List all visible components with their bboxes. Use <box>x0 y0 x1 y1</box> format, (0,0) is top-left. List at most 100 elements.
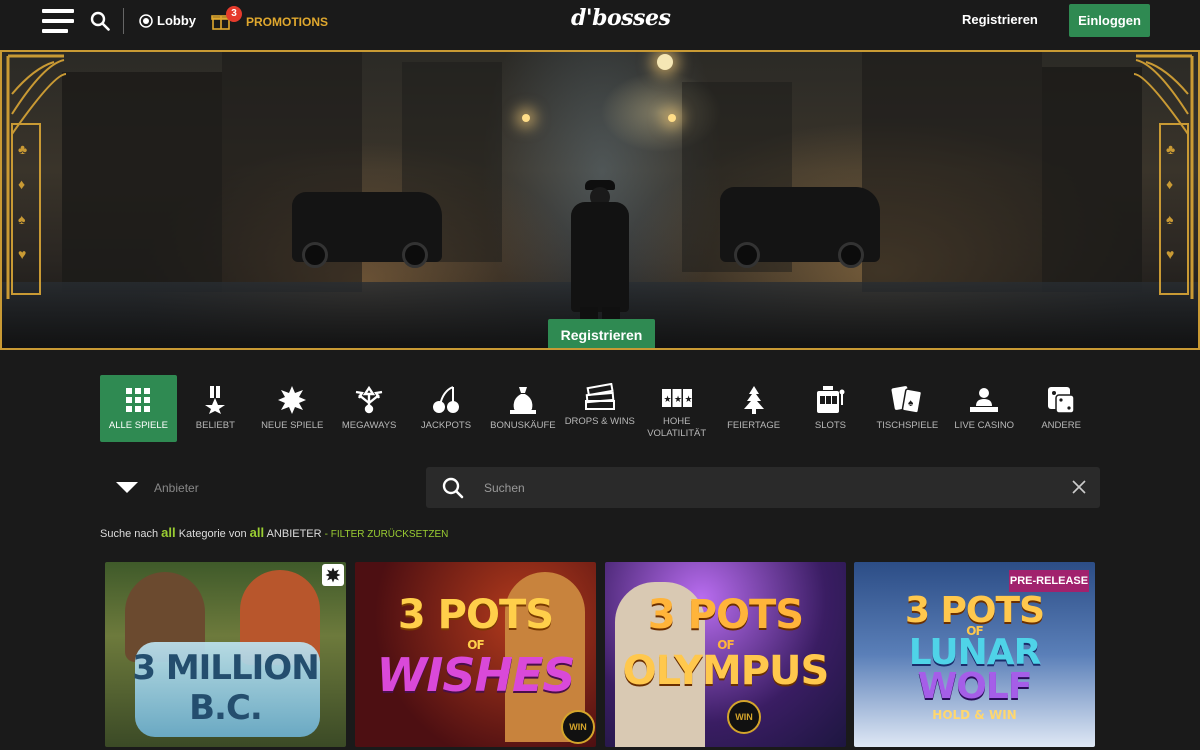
clock <box>657 54 673 70</box>
grid-icon <box>126 380 151 420</box>
category-andere[interactable]: ANDERE <box>1023 375 1100 442</box>
game-search-bar <box>426 467 1100 508</box>
category-label: FEIERTAGE <box>727 420 781 431</box>
new-game-badge <box>322 564 344 586</box>
category-tischspiele[interactable]: ♠ TISCHSPIELE <box>869 375 946 442</box>
lobby-link[interactable]: Lobby <box>139 13 196 28</box>
header-divider <box>123 8 124 34</box>
svg-text:♥: ♥ <box>1166 246 1174 262</box>
summary-middle: Kategorie von <box>178 528 247 540</box>
search-input[interactable] <box>484 478 1044 498</box>
category-live-casino[interactable]: LIVE CASINO <box>946 375 1023 442</box>
game-tile-3-million-bc[interactable]: 3 MILLION B.C. <box>105 562 346 747</box>
category-label: LIVE CASINO <box>954 420 1015 431</box>
gift-icon: 3 <box>211 6 242 31</box>
game-title-line1: 3 POTS <box>397 592 554 638</box>
game-title-line1: 3 MILLION <box>132 648 319 688</box>
category-jackpots[interactable]: JACKPOTS <box>408 375 485 442</box>
svg-text:★: ★ <box>663 394 671 404</box>
art-deco-ornament-right: ♣ ♦ ♠ ♥ <box>1133 54 1194 299</box>
game-title-line3: OLYMPUS <box>622 648 830 694</box>
svg-text:♠: ♠ <box>908 398 914 409</box>
category-bonuskaeufe[interactable]: BONUSKÄUFE <box>484 375 561 442</box>
money-bag-icon <box>509 380 536 420</box>
login-button[interactable]: Einloggen <box>1069 4 1150 37</box>
street-lamp <box>668 114 676 122</box>
category-neue-spiele[interactable]: NEUE SPIELE <box>254 375 331 442</box>
pre-release-badge: PRE-RELEASE <box>1009 570 1089 592</box>
search-summary: Suche nach all Kategorie von all ANBIETE… <box>100 525 448 540</box>
category-alle-spiele[interactable]: ALLE SPIELE <box>100 375 177 442</box>
category-drops-wins[interactable]: DROPS & WINS <box>561 375 638 442</box>
caret-down-icon <box>116 482 138 493</box>
svg-text:♥: ♥ <box>18 246 26 262</box>
promo-count-badge: 3 <box>226 6 242 22</box>
category-label: BELIEBT <box>195 420 235 431</box>
category-label: JACKPOTS <box>420 420 472 431</box>
lobby-label: Lobby <box>157 13 196 28</box>
summary-provider-value: all <box>249 525 265 540</box>
category-label: ALLE SPIELE <box>108 420 169 431</box>
summary-prefix: Suche nach <box>100 528 159 540</box>
top-bar: Lobby 3 PROMOTIONS d'bosses Registrieren… <box>0 0 1200 42</box>
site-logo[interactable]: d'bosses <box>571 5 671 31</box>
menu-icon[interactable] <box>42 9 74 33</box>
register-button[interactable]: Registrieren <box>962 12 1038 27</box>
svg-text:♣: ♣ <box>18 141 27 157</box>
search-icon[interactable] <box>90 11 110 36</box>
provider-dropdown[interactable]: Anbieter <box>100 467 410 507</box>
game-title-line4: WOLF <box>917 666 1033 707</box>
summary-suffix: ANBIETER <box>266 528 322 540</box>
win-badge: WIN <box>727 700 761 734</box>
building-right-2 <box>1042 67 1142 292</box>
category-label: MEGAWAYS <box>341 420 397 431</box>
building-right <box>862 52 1042 292</box>
svg-text:★: ★ <box>674 394 682 404</box>
svg-text:♠: ♠ <box>18 211 26 227</box>
category-feiertage[interactable]: FEIERTAGE <box>715 375 792 442</box>
category-bar: ALLE SPIELE BELIEBT NEUE SPIELE MEGAWAYS… <box>100 375 1100 442</box>
category-label: DROPS & WINS <box>564 416 635 427</box>
cherries-icon <box>431 380 461 420</box>
hero-banner[interactable]: ♣ ♦ ♠ ♥ ♣ ♦ ♠ ♥ Registrieren <box>0 50 1200 350</box>
clear-search-icon[interactable] <box>1072 480 1086 499</box>
provider-placeholder: Anbieter <box>154 481 199 495</box>
game-tile-3-pots-of-lunar-wolf[interactable]: PRE-RELEASE 3 POTS OF LUNAR WOLF HOLD & … <box>854 562 1095 747</box>
medal-icon <box>205 380 226 420</box>
reset-filter-link[interactable]: - FILTER ZURÜCKSETZEN <box>325 529 449 540</box>
category-slots[interactable]: SLOTS <box>792 375 869 442</box>
banner-register-button[interactable]: Registrieren <box>548 319 655 348</box>
search-icon <box>442 477 464 504</box>
vintage-car-left <box>292 192 442 268</box>
promotions-link[interactable]: 3 PROMOTIONS <box>211 6 329 31</box>
promotions-label: PROMOTIONS <box>246 15 329 29</box>
dice-icon <box>1046 380 1076 420</box>
game-title-line1: 3 POTS <box>647 592 804 638</box>
game-tile-3-pots-of-olympus[interactable]: 3 POTS OF OLYMPUS WIN <box>605 562 846 747</box>
stars-icon: ★ ★ ★ <box>661 380 692 416</box>
man-in-coat <box>571 202 629 312</box>
category-label: TISCHSPIELE <box>876 420 939 431</box>
category-megaways[interactable]: MEGAWAYS <box>331 375 408 442</box>
arrows-icon <box>354 380 384 420</box>
category-label: SLOTS <box>814 420 847 431</box>
svg-text:♣: ♣ <box>1166 141 1175 157</box>
game-title-line2: B.C. <box>189 688 263 728</box>
summary-category-value: all <box>161 525 176 540</box>
category-beliebt[interactable]: BELIEBT <box>177 375 254 442</box>
svg-text:★: ★ <box>684 394 692 404</box>
vintage-car-right <box>720 187 880 268</box>
cards-icon: ♠ <box>891 380 923 420</box>
lobby-icon <box>139 13 153 28</box>
slot-machine-icon <box>815 380 845 420</box>
game-tile-3-pots-of-wishes[interactable]: 3 POTS OF WISHES WIN <box>355 562 596 747</box>
art-deco-ornament-left: ♣ ♦ ♠ ♥ <box>6 54 67 299</box>
svg-text:♠: ♠ <box>1166 211 1174 227</box>
game-title-line5: HOLD & WIN <box>932 708 1017 722</box>
category-hohe-volatilitaet[interactable]: ★ ★ ★ HOHE VOLATILITÄT <box>638 375 715 442</box>
stack-icon <box>584 380 616 416</box>
win-badge: WIN <box>561 710 595 744</box>
category-label: ANDERE <box>1041 420 1081 431</box>
street-lamp <box>522 114 530 122</box>
dealer-icon <box>969 380 999 420</box>
